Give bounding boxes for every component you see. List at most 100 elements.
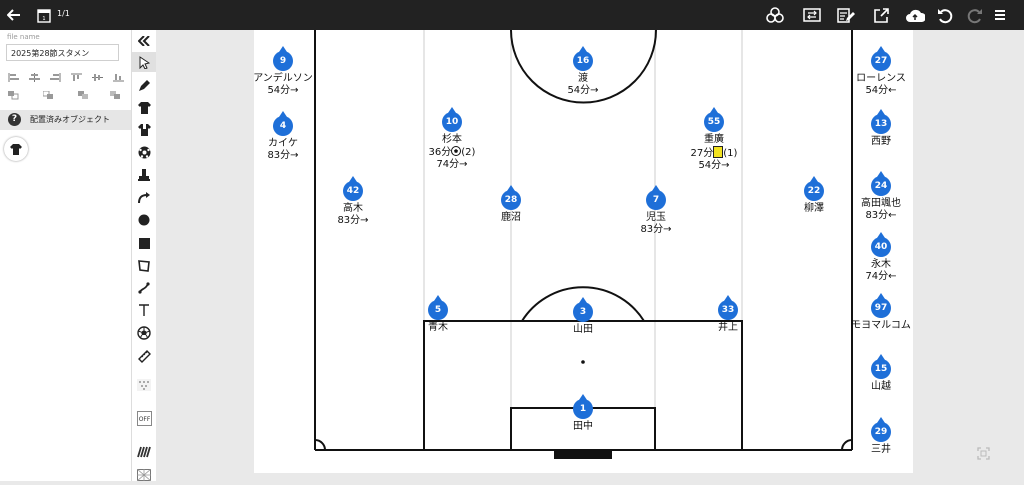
player-note: 54分→ xyxy=(267,85,299,96)
ball-outline-icon[interactable] xyxy=(132,323,156,343)
player-note: 74分→ xyxy=(436,159,468,170)
line-icon[interactable] xyxy=(132,278,156,298)
page-icon[interactable]: 1 xyxy=(36,5,52,25)
edit-icon[interactable] xyxy=(836,5,856,25)
bring-front-icon[interactable] xyxy=(110,91,121,100)
align-right-icon[interactable] xyxy=(50,73,61,82)
player-name: 三井 xyxy=(871,444,891,455)
redo-icon[interactable] xyxy=(964,5,984,25)
shirt-alt-icon[interactable] xyxy=(132,120,156,140)
player-name: ローレンス xyxy=(856,73,906,84)
back-arrow-icon[interactable] xyxy=(5,5,23,25)
player-note: 54分→ xyxy=(567,85,599,96)
player-name: 山越 xyxy=(871,381,891,392)
player-marker: 7 xyxy=(646,184,666,212)
player-name: 山田 xyxy=(573,324,593,335)
cone-icon[interactable] xyxy=(132,165,156,185)
sub-player-27[interactable]: 27 ローレンス 54分← xyxy=(831,45,931,97)
ruler-icon[interactable] xyxy=(132,346,156,366)
player-55[interactable]: 55 重廣 27分 (1) 54分→ xyxy=(664,106,764,172)
player-marker: 97 xyxy=(871,292,891,320)
file-name-input[interactable]: 2025第28節スタメン xyxy=(6,44,119,61)
send-backward-icon[interactable] xyxy=(43,91,54,100)
sub-player-13[interactable]: 13 西野 xyxy=(831,108,931,148)
file-name-label: file name xyxy=(7,33,40,41)
player-note: 83分→ xyxy=(337,215,369,226)
player-4[interactable]: 4 カイケ 83分→ xyxy=(233,110,333,162)
left-panel: file name 2025第28節スタメン ? 配置済みオブジェクト xyxy=(0,30,131,481)
player-name: 重廣 xyxy=(704,134,724,145)
player-name: 杉本 xyxy=(442,134,462,145)
player-marker: 28 xyxy=(501,184,521,212)
collapse-icon[interactable] xyxy=(132,31,156,51)
off-icon[interactable]: OFF xyxy=(132,408,156,428)
player-name: アンデルソン xyxy=(253,73,313,84)
fullscreen-icon[interactable] xyxy=(977,447,990,460)
card-minute: 27分 xyxy=(690,148,714,159)
ball-icon[interactable] xyxy=(132,142,156,162)
player-marker: 27 xyxy=(871,45,891,73)
player-5[interactable]: 5 青木 xyxy=(388,294,488,334)
player-33[interactable]: 33 井上 xyxy=(678,294,778,334)
help-icon[interactable]: ? xyxy=(8,113,21,126)
curved-arrow-icon[interactable] xyxy=(132,188,156,208)
sub-player-15[interactable]: 15 山越 xyxy=(831,353,931,393)
sub-player-24[interactable]: 24 高田颯也 83分← xyxy=(831,170,931,222)
player-42[interactable]: 42 高木 83分→ xyxy=(303,175,403,227)
align-bottom-icon[interactable] xyxy=(113,73,124,82)
player-28[interactable]: 28 鹿沼 xyxy=(461,184,561,224)
player-name: 高田颯也 xyxy=(861,198,901,209)
player-marker: 40 xyxy=(871,231,891,259)
player-marker: 29 xyxy=(871,416,891,444)
cloud-upload-icon[interactable] xyxy=(904,5,926,25)
player-marker: 16 xyxy=(573,45,593,73)
player-marker: 33 xyxy=(718,294,738,322)
player-goal-note: 36分 (2) xyxy=(402,146,502,159)
team-icon[interactable] xyxy=(765,5,785,25)
sub-player-29[interactable]: 29 三井 xyxy=(831,416,931,456)
menu-icon[interactable] xyxy=(992,5,1008,25)
align-middle-icon[interactable] xyxy=(92,73,103,82)
send-back-icon[interactable] xyxy=(8,91,19,100)
bring-forward-icon[interactable] xyxy=(78,91,89,100)
square-icon[interactable] xyxy=(132,233,156,253)
swap-icon[interactable] xyxy=(801,5,823,25)
shirt-icon xyxy=(10,143,22,155)
player-note: 54分← xyxy=(865,85,897,96)
player-name: 青木 xyxy=(428,322,448,333)
yellow-card-icon xyxy=(713,146,724,158)
player-1[interactable]: 1 田中 xyxy=(533,393,633,433)
placed-objects-header[interactable]: ? 配置済みオブジェクト xyxy=(0,110,131,130)
player-marker: 55 xyxy=(704,106,724,134)
grid-icon[interactable] xyxy=(132,465,156,485)
formation-icon[interactable] xyxy=(132,375,156,395)
player-marker: 9 xyxy=(273,45,293,73)
player-note: 54分→ xyxy=(698,160,730,171)
player-7[interactable]: 7 児玉 83分→ xyxy=(606,184,706,236)
align-left-icon[interactable] xyxy=(8,73,19,82)
align-center-icon[interactable] xyxy=(29,73,40,82)
player-marker: 15 xyxy=(871,353,891,381)
placed-object-shirt[interactable] xyxy=(4,137,28,161)
circle-icon[interactable] xyxy=(132,210,156,230)
pen-icon[interactable] xyxy=(132,76,156,96)
player-9[interactable]: 9 アンデルソン 54分→ xyxy=(233,45,333,97)
sub-player-40[interactable]: 40 永木 74分← xyxy=(831,231,931,283)
text-icon[interactable] xyxy=(132,300,156,320)
player-10[interactable]: 10 杉本 36分 (2) 74分→ xyxy=(402,106,502,171)
goal-ball-icon xyxy=(451,146,462,156)
shirt-icon[interactable] xyxy=(132,98,156,118)
player-name: 渡 xyxy=(578,73,588,84)
polygon-icon[interactable] xyxy=(132,256,156,276)
grass-icon[interactable] xyxy=(132,442,156,462)
player-3[interactable]: 3 山田 xyxy=(533,296,633,336)
pager-label: 1/1 xyxy=(57,9,70,18)
align-top-icon[interactable] xyxy=(71,73,82,82)
sub-player-97[interactable]: 97 モヨマルコム xyxy=(831,292,931,332)
pointer-icon[interactable] xyxy=(132,52,156,72)
player-marker: 10 xyxy=(442,106,462,134)
export-icon[interactable] xyxy=(871,5,891,25)
player-16[interactable]: 16 渡 54分→ xyxy=(533,45,633,97)
undo-icon[interactable] xyxy=(935,5,955,25)
player-name: 永木 xyxy=(871,259,891,270)
